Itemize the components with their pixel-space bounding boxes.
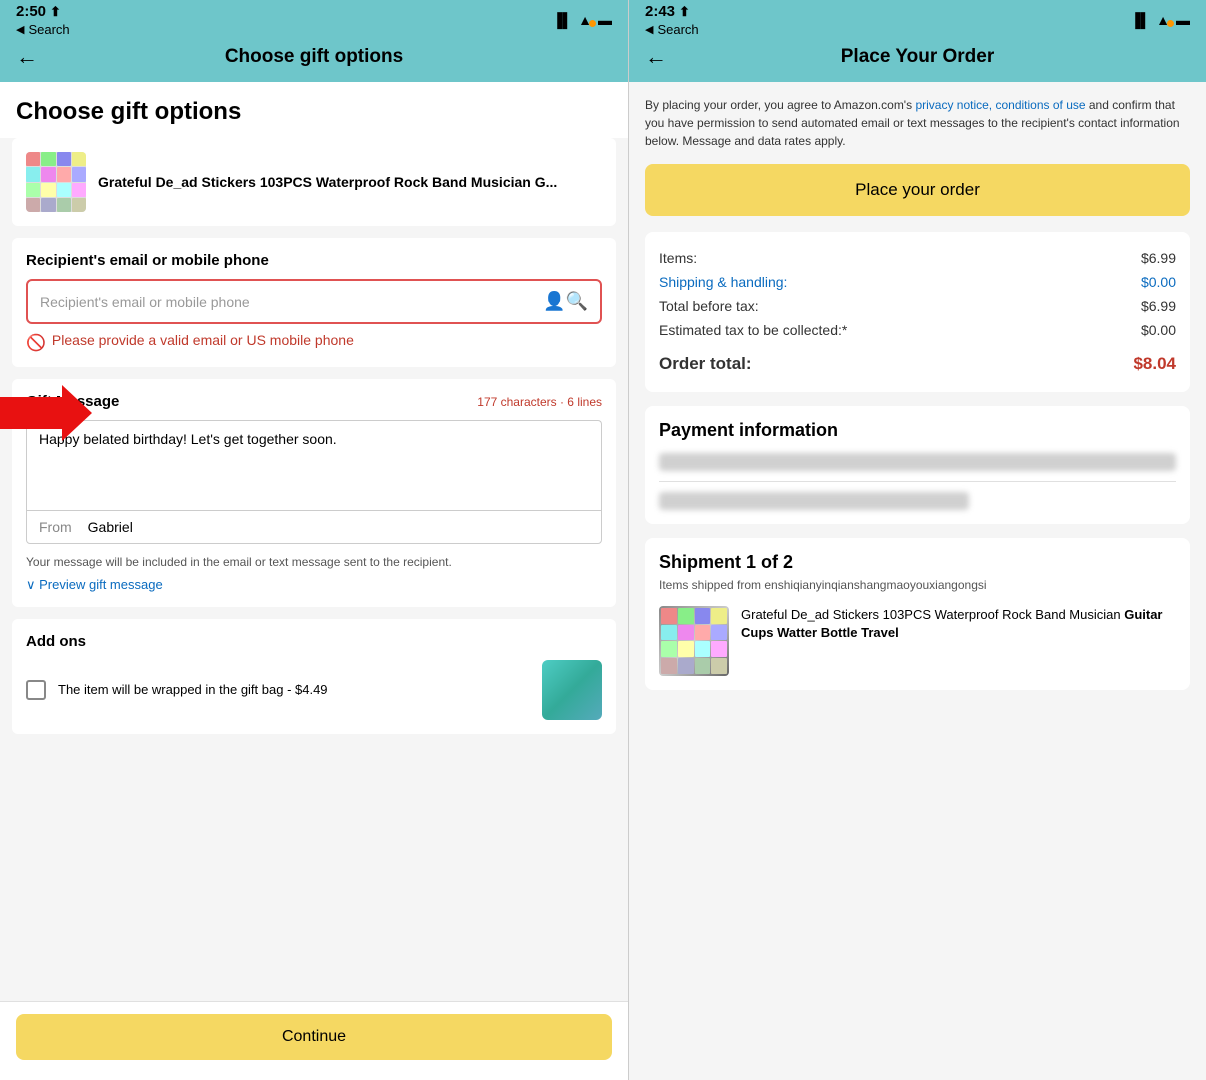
payment-heading: Payment information xyxy=(659,420,1176,441)
product-image xyxy=(26,152,86,212)
gift-message-count: 177 characters · 6 lines xyxy=(477,395,602,409)
left-search-nav: ◀ Search xyxy=(16,22,70,37)
payment-blurred-2 xyxy=(659,492,969,510)
right-search-nav: ◀ Search xyxy=(645,22,699,37)
shipping-label: Shipping & handling: xyxy=(659,274,787,290)
items-row: Items: $6.99 xyxy=(659,246,1176,270)
preview-link[interactable]: ∨ Preview gift message xyxy=(26,577,602,593)
message-note: Your message will be included in the ema… xyxy=(26,554,602,571)
page-heading: Choose gift options xyxy=(0,82,628,138)
place-order-button[interactable]: Place your order xyxy=(645,164,1190,216)
recipient-input-wrapper[interactable]: Recipient's email or mobile phone 👤🔍 xyxy=(26,279,602,324)
total-before-tax-value: $6.99 xyxy=(1141,298,1176,314)
right-signal-icon: ▐▌ xyxy=(1130,12,1150,28)
from-value: Gabriel xyxy=(88,519,133,535)
gift-message-label: Gift Message xyxy=(26,393,119,410)
order-total-label: Order total: xyxy=(659,354,752,374)
addon-item: The item will be wrapped in the gift bag… xyxy=(26,660,602,720)
items-value: $6.99 xyxy=(1141,250,1176,266)
left-back-button[interactable]: ← xyxy=(16,44,38,70)
payment-section: Payment information xyxy=(645,406,1190,524)
order-total-value: $8.04 xyxy=(1133,354,1176,374)
right-status-icons: ▐▌ ▲ ▬ xyxy=(1130,12,1190,28)
shipment-product-image xyxy=(659,606,729,676)
estimated-tax-row: Estimated tax to be collected:* $0.00 xyxy=(659,318,1176,342)
left-nav-bar: ← Choose gift options xyxy=(0,36,628,82)
addon-text: The item will be wrapped in the gift bag… xyxy=(58,681,530,699)
from-label: From xyxy=(39,519,72,535)
payment-divider xyxy=(659,481,1176,482)
left-nav-title: Choose gift options xyxy=(225,46,403,68)
conditions-link[interactable]: conditions of use xyxy=(995,98,1085,112)
error-icon: 🚫 xyxy=(26,333,46,353)
shipment-product-name: Grateful De_ad Stickers 103PCS Waterproo… xyxy=(741,606,1176,642)
recipient-placeholder: Recipient's email or mobile phone xyxy=(40,294,250,310)
left-status-icons: ▐▌ ▲ ▬ xyxy=(552,12,612,28)
error-message: 🚫 Please provide a valid email or US mob… xyxy=(26,332,602,353)
right-time: 2:43 ⬆ xyxy=(645,3,699,20)
estimated-tax-label: Estimated tax to be collected:* xyxy=(659,322,847,338)
right-battery-icon: ▬ xyxy=(1176,12,1190,28)
gift-message-header: Gift Message 177 characters · 6 lines xyxy=(26,393,602,410)
left-bottom-bar: Continue xyxy=(0,1001,628,1080)
right-status-bar: 2:43 ⬆ ◀ Search ▐▌ ▲ ▬ xyxy=(629,0,1206,36)
shipment-product: Grateful De_ad Stickers 103PCS Waterproo… xyxy=(659,606,1176,676)
left-time: 2:50 ⬆ xyxy=(16,3,70,20)
shipment-subtitle: Items shipped from enshiqianyinqianshang… xyxy=(659,577,1176,594)
right-phone: 2:43 ⬆ ◀ Search ▐▌ ▲ ▬ ← Place Your Orde… xyxy=(628,0,1206,1080)
battery-icon: ▬ xyxy=(598,12,612,28)
addon-image xyxy=(542,660,602,720)
order-total-row: Order total: $8.04 xyxy=(659,346,1176,378)
addons-section: Add ons The item will be wrapped in the … xyxy=(12,619,616,734)
location-icon: ⬆ xyxy=(50,4,61,20)
shipment-title: Shipment 1 of 2 xyxy=(659,552,1176,573)
left-status-bar: 2:50 ⬆ ◀ Search ▐▌ ▲ ▬ xyxy=(0,0,628,36)
addons-label: Add ons xyxy=(26,633,602,650)
product-name: Grateful De_ad Stickers 103PCS Waterproo… xyxy=(98,173,557,191)
recipient-label: Recipient's email or mobile phone xyxy=(26,252,602,269)
gift-message-textarea[interactable]: Happy belated birthday! Let's get togeth… xyxy=(26,420,602,510)
payment-blurred-1 xyxy=(659,453,1176,471)
estimated-tax-value: $0.00 xyxy=(1141,322,1176,338)
shipment-section: Shipment 1 of 2 Items shipped from enshi… xyxy=(645,538,1190,690)
total-before-tax-row: Total before tax: $6.99 xyxy=(659,294,1176,318)
shipping-value: $0.00 xyxy=(1141,274,1176,290)
addon-checkbox[interactable] xyxy=(26,680,46,700)
right-nav-bar: ← Place Your Order xyxy=(629,36,1206,82)
continue-button[interactable]: Continue xyxy=(16,1014,612,1060)
gift-message-section: Gift Message 177 characters · 6 lines Ha… xyxy=(12,379,616,607)
total-before-tax-label: Total before tax: xyxy=(659,298,759,314)
right-notification-dot xyxy=(1167,20,1174,27)
right-nav-title: Place Your Order xyxy=(841,46,994,68)
left-phone: 2:50 ⬆ ◀ Search ▐▌ ▲ ▬ ← Choose gift opt… xyxy=(0,0,628,1080)
notification-dot xyxy=(589,20,596,27)
person-search-icon: 👤🔍 xyxy=(543,291,588,312)
right-scroll-area[interactable]: By placing your order, you agree to Amaz… xyxy=(629,82,1206,1080)
items-label: Items: xyxy=(659,250,697,266)
order-summary-card: Items: $6.99 Shipping & handling: $0.00 … xyxy=(645,232,1190,392)
order-content: By placing your order, you agree to Amaz… xyxy=(629,82,1206,718)
right-location-icon: ⬆ xyxy=(679,4,690,20)
from-row: From Gabriel xyxy=(26,510,602,544)
recipient-section: Recipient's email or mobile phone Recipi… xyxy=(12,238,616,367)
privacy-link[interactable]: privacy notice, xyxy=(915,98,992,112)
shipping-row: Shipping & handling: $0.00 xyxy=(659,270,1176,294)
left-scroll-area[interactable]: Choose gift options xyxy=(0,82,628,1001)
product-card: Grateful De_ad Stickers 103PCS Waterproo… xyxy=(12,138,616,226)
right-back-button[interactable]: ← xyxy=(645,44,667,70)
legal-text: By placing your order, you agree to Amaz… xyxy=(645,96,1190,150)
signal-icon: ▐▌ xyxy=(552,12,572,28)
